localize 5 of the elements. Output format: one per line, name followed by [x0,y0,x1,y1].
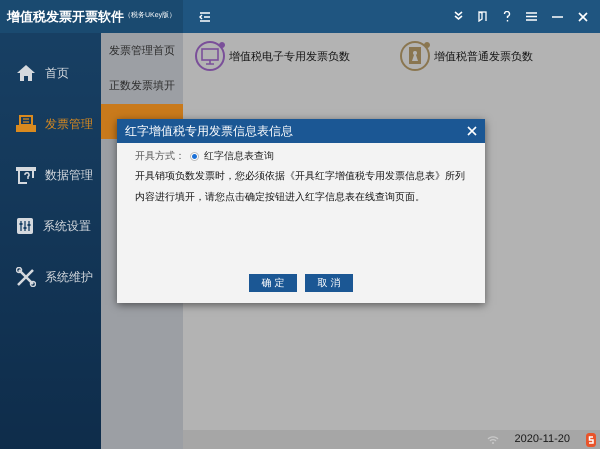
window-title: 增值税发票开票软件 [7,8,124,26]
dialog-title: 红字增值税专用发票信息表信息 [125,123,294,140]
status-date: 2020-11-20 [514,432,570,448]
dialog-message: 开具销项负数发票时，您必须依据《开具红字增值税专用发票信息表》所列内容进行填开，请您点击确定按钮进入红字信息表在线查询页面。 [135,170,466,205]
field-label: 开具方式： [135,150,185,164]
